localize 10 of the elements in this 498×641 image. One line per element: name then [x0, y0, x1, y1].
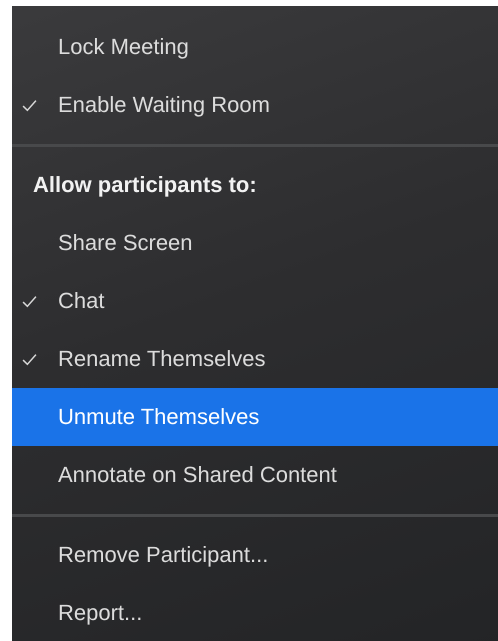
menu-item[interactable]: Annotate on Shared Content: [12, 446, 498, 504]
menu-item[interactable]: Unmute Themselves: [12, 388, 498, 446]
menu-item[interactable]: Share Screen: [12, 214, 498, 272]
menu-item[interactable]: Remove Participant...: [12, 526, 498, 584]
section-heading: Allow participants to:: [33, 172, 257, 198]
menu-item[interactable]: Enable Waiting Room: [12, 76, 498, 134]
menu-item[interactable]: Rename Themselves: [12, 330, 498, 388]
menu-item[interactable]: Chat: [12, 272, 498, 330]
menu-item[interactable]: Lock Meeting: [12, 18, 498, 76]
menu-item[interactable]: Report...: [12, 584, 498, 641]
